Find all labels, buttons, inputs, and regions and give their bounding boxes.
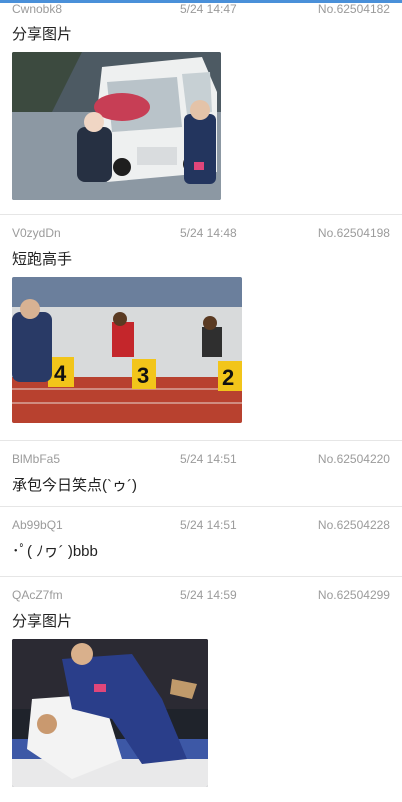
post-text: 短跑高手 <box>12 251 73 268</box>
judo-scene-image[interactable] <box>12 639 208 787</box>
post-user-id[interactable]: QAcZ7fm <box>12 588 152 602</box>
post-time: 5/24 14:51 <box>179 452 237 466</box>
svg-text:3: 3 <box>137 363 149 388</box>
post-item[interactable]: V0zydDn 5/24 14:48 No.62504198 短跑高手 4 3 … <box>0 214 402 440</box>
post-number[interactable]: No.62504198 <box>318 226 390 240</box>
post-number[interactable]: No.62504228 <box>318 518 390 532</box>
post-user-id[interactable]: V0zydDn <box>12 226 152 240</box>
post-user-id[interactable]: Cwnobk8 <box>12 2 152 16</box>
post-item[interactable]: BlMbFa5 5/24 14:51 No.62504220 承包今日笑点(`ゥ… <box>0 440 402 506</box>
post-time: 5/24 14:59 <box>179 588 237 602</box>
post-item[interactable]: Ab99bQ1 5/24 14:51 No.62504228 ･ﾟ( ﾉヮ´ )… <box>0 506 402 576</box>
sprint-scene-image[interactable]: 4 3 2 <box>12 277 242 423</box>
post-time: 5/24 14:48 <box>179 226 237 240</box>
post-number[interactable]: No.62504182 <box>318 2 390 16</box>
post-meta: QAcZ7fm 5/24 14:59 No.62504299 <box>12 585 390 605</box>
post-time: 5/24 14:51 <box>179 518 237 532</box>
post-user-id[interactable]: BlMbFa5 <box>12 452 152 466</box>
post-meta: V0zydDn 5/24 14:48 No.62504198 <box>12 223 390 243</box>
post-meta: Cwnobk8 5/24 14:47 No.62504182 <box>12 0 390 18</box>
post-user-id[interactable]: Ab99bQ1 <box>12 518 152 532</box>
post-text: 分享图片 <box>12 26 73 43</box>
post-number[interactable]: No.62504299 <box>318 588 390 602</box>
post-text: 分享图片 <box>12 613 73 630</box>
post-feed: Cwnobk8 5/24 14:47 No.62504182 分享图片 V0zy… <box>0 0 402 802</box>
svg-text:4: 4 <box>54 361 67 386</box>
post-meta: Ab99bQ1 5/24 14:51 No.62504228 <box>12 515 390 535</box>
post-time: 5/24 14:47 <box>179 2 237 16</box>
post-item[interactable]: Cwnobk8 5/24 14:47 No.62504182 分享图片 <box>0 0 402 214</box>
post-number[interactable]: No.62504220 <box>318 452 390 466</box>
post-item[interactable]: QAcZ7fm 5/24 14:59 No.62504299 分享图片 <box>0 576 402 802</box>
post-meta: BlMbFa5 5/24 14:51 No.62504220 <box>12 449 390 469</box>
post-text: ･ﾟ( ﾉヮ´ )bbb <box>12 543 98 560</box>
car-scene-image[interactable] <box>12 52 221 200</box>
svg-text:2: 2 <box>222 365 234 390</box>
post-text: 承包今日笑点(`ゥ´) <box>12 477 137 494</box>
